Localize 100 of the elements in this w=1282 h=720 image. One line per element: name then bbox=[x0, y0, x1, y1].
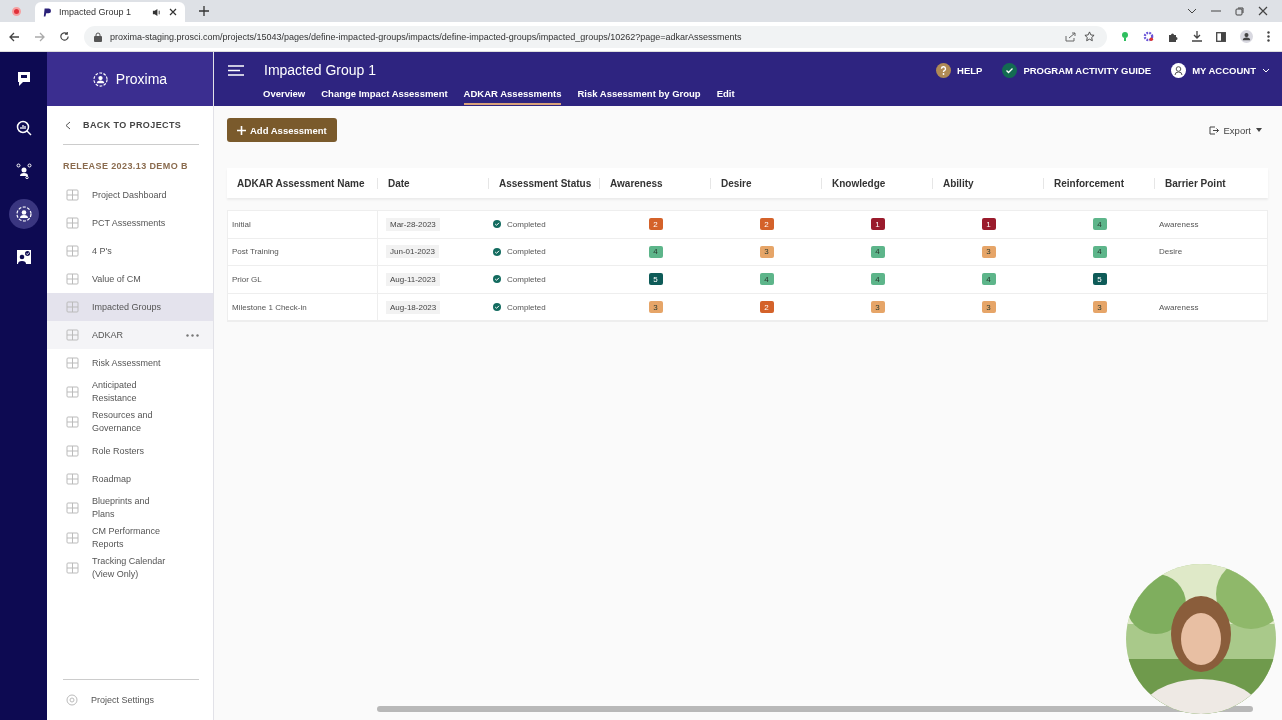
table-cell: Awareness bbox=[1159, 302, 1199, 312]
network-person-icon bbox=[15, 163, 32, 179]
check-circle-icon bbox=[493, 220, 501, 229]
table-cell: Milestone 1 Check-in bbox=[228, 293, 378, 321]
gear-icon[interactable] bbox=[1143, 31, 1154, 42]
score-badge: 4 bbox=[648, 245, 663, 258]
plus-icon bbox=[237, 125, 246, 135]
person-circle-icon bbox=[15, 206, 32, 222]
brand-logo-icon bbox=[92, 71, 108, 87]
status-text: Completed bbox=[507, 247, 546, 257]
analytics-search-icon bbox=[15, 120, 32, 136]
star-icon[interactable] bbox=[1084, 31, 1095, 42]
browser-tab[interactable]: Impacted Group 1 bbox=[35, 2, 185, 22]
back-link[interactable]: BACK TO PROJECTS bbox=[63, 106, 199, 144]
chevron-left-icon bbox=[65, 120, 71, 130]
grid-icon bbox=[66, 386, 79, 398]
reload-icon[interactable] bbox=[59, 31, 70, 42]
close-icon[interactable] bbox=[1258, 6, 1268, 16]
chat-logo-icon[interactable] bbox=[15, 71, 32, 87]
more-icon[interactable] bbox=[1267, 31, 1270, 42]
sidebar-item[interactable]: Project Dashboard bbox=[47, 181, 213, 209]
menu-icon[interactable] bbox=[228, 64, 244, 76]
speaker-icon[interactable] bbox=[152, 7, 161, 17]
nav-tab[interactable]: Edit bbox=[716, 88, 735, 105]
score-badge: 3 bbox=[870, 301, 885, 314]
lock-icon bbox=[94, 31, 102, 42]
guide-link[interactable]: PROGRAM ACTIVITY GUIDE bbox=[1002, 62, 1152, 78]
grid-icon bbox=[66, 357, 79, 369]
sidebar-item[interactable]: Blueprints and Plans bbox=[47, 493, 213, 523]
grid-icon bbox=[66, 329, 79, 341]
new-tab-icon[interactable] bbox=[199, 6, 209, 16]
project-settings-link[interactable]: Project Settings bbox=[47, 686, 213, 714]
date-tag: Jun-01-2023 bbox=[386, 245, 439, 259]
column-header: Awareness bbox=[599, 177, 710, 189]
account-menu[interactable]: MY ACCOUNT bbox=[1171, 62, 1270, 78]
person-board-icon bbox=[15, 249, 32, 265]
close-icon[interactable] bbox=[169, 8, 177, 16]
tab-title: Impacted Group 1 bbox=[59, 7, 133, 17]
date-tag: Aug-11-2023 bbox=[386, 273, 440, 286]
chevron-down-icon bbox=[1262, 67, 1270, 73]
help-link[interactable]: HELP bbox=[936, 62, 983, 78]
score-badge: 2 bbox=[648, 218, 663, 231]
share-icon[interactable] bbox=[1065, 31, 1076, 42]
address-field[interactable]: proxima-staging.prosci.com/projects/15043/pages/define-impacted-groups/impacts/define-impacted-groups/impacted_groups/10262?page=adkarAssessments bbox=[84, 25, 1107, 48]
sidebar-item[interactable]: 4 P's bbox=[47, 237, 213, 265]
add-assessment-button[interactable]: Add Assessment bbox=[227, 118, 337, 142]
back-arrow-icon[interactable] bbox=[9, 31, 20, 42]
grid-icon bbox=[66, 217, 79, 229]
table-cell: Initial bbox=[228, 211, 378, 238]
sidebar-item[interactable]: Resources and Governance bbox=[47, 407, 213, 437]
side-panel-icon[interactable] bbox=[1216, 31, 1226, 42]
sidebar-item[interactable]: ADKAR bbox=[47, 321, 213, 349]
grid-icon bbox=[66, 301, 79, 313]
export-icon bbox=[1208, 125, 1219, 135]
grid-icon bbox=[66, 532, 79, 544]
column-header: Barrier Point bbox=[1154, 177, 1265, 189]
column-header: Assessment Status bbox=[488, 177, 599, 189]
scrollbar-thumb[interactable] bbox=[377, 706, 1253, 712]
score-badge: 4 bbox=[759, 273, 774, 286]
column-header: Date bbox=[377, 177, 488, 189]
score-badge: 2 bbox=[759, 218, 774, 231]
column-header: ADKAR Assessment Name bbox=[236, 177, 366, 189]
grid-icon bbox=[66, 273, 79, 285]
table-cell: Desire bbox=[1159, 247, 1183, 257]
logo-icon bbox=[43, 6, 51, 18]
grid-icon bbox=[66, 445, 79, 457]
more-icon[interactable] bbox=[186, 333, 199, 337]
grid-icon bbox=[66, 416, 79, 428]
sidebar-item[interactable]: CM Performance Reports bbox=[47, 523, 213, 553]
sidebar-item[interactable]: PCT Assessments bbox=[47, 209, 213, 237]
restore-icon[interactable] bbox=[1235, 6, 1244, 16]
sidebar-item[interactable]: Role Rosters bbox=[47, 437, 213, 465]
sidebar-item[interactable]: Roadmap bbox=[47, 465, 213, 493]
sidebar-item[interactable]: Risk Assessment bbox=[47, 349, 213, 377]
chevron-down-icon[interactable] bbox=[1187, 8, 1197, 14]
table-cell: Post Training bbox=[228, 238, 378, 266]
export-button[interactable]: Export bbox=[1202, 123, 1268, 137]
rail-button[interactable] bbox=[8, 199, 39, 229]
sidebar-item[interactable]: Value of CM bbox=[47, 265, 213, 293]
nav-tab[interactable]: Overview bbox=[263, 88, 306, 105]
nav-tab[interactable]: Risk Assessment by Group bbox=[577, 88, 701, 105]
profile-icon[interactable] bbox=[1240, 30, 1253, 43]
caret-icon bbox=[1256, 128, 1262, 132]
sidebar-item[interactable]: Anticipated Resistance bbox=[47, 377, 213, 407]
score-badge: 2 bbox=[759, 301, 774, 314]
nav-tab[interactable]: Change Impact Assessment bbox=[321, 88, 448, 105]
status-text: Completed bbox=[507, 275, 546, 284]
nav-tab[interactable]: ADKAR Assessments bbox=[463, 88, 562, 105]
sidebar-item[interactable]: Tracking Calendar (View Only) bbox=[47, 553, 213, 583]
sidebar-item[interactable]: Impacted Groups bbox=[47, 293, 213, 321]
score-badge: 3 bbox=[981, 245, 996, 258]
puzzle-icon[interactable] bbox=[1168, 31, 1178, 42]
date-tag: Mar-28-2023 bbox=[386, 217, 440, 231]
download-icon[interactable] bbox=[1192, 31, 1202, 42]
check-circle-icon bbox=[493, 275, 501, 284]
check-circle-icon bbox=[493, 303, 501, 312]
status-text: Completed bbox=[507, 302, 546, 312]
page-title: Impacted Group 1 bbox=[264, 62, 377, 78]
date-tag: Aug-18-2023 bbox=[386, 300, 441, 314]
grid-icon bbox=[66, 245, 79, 257]
